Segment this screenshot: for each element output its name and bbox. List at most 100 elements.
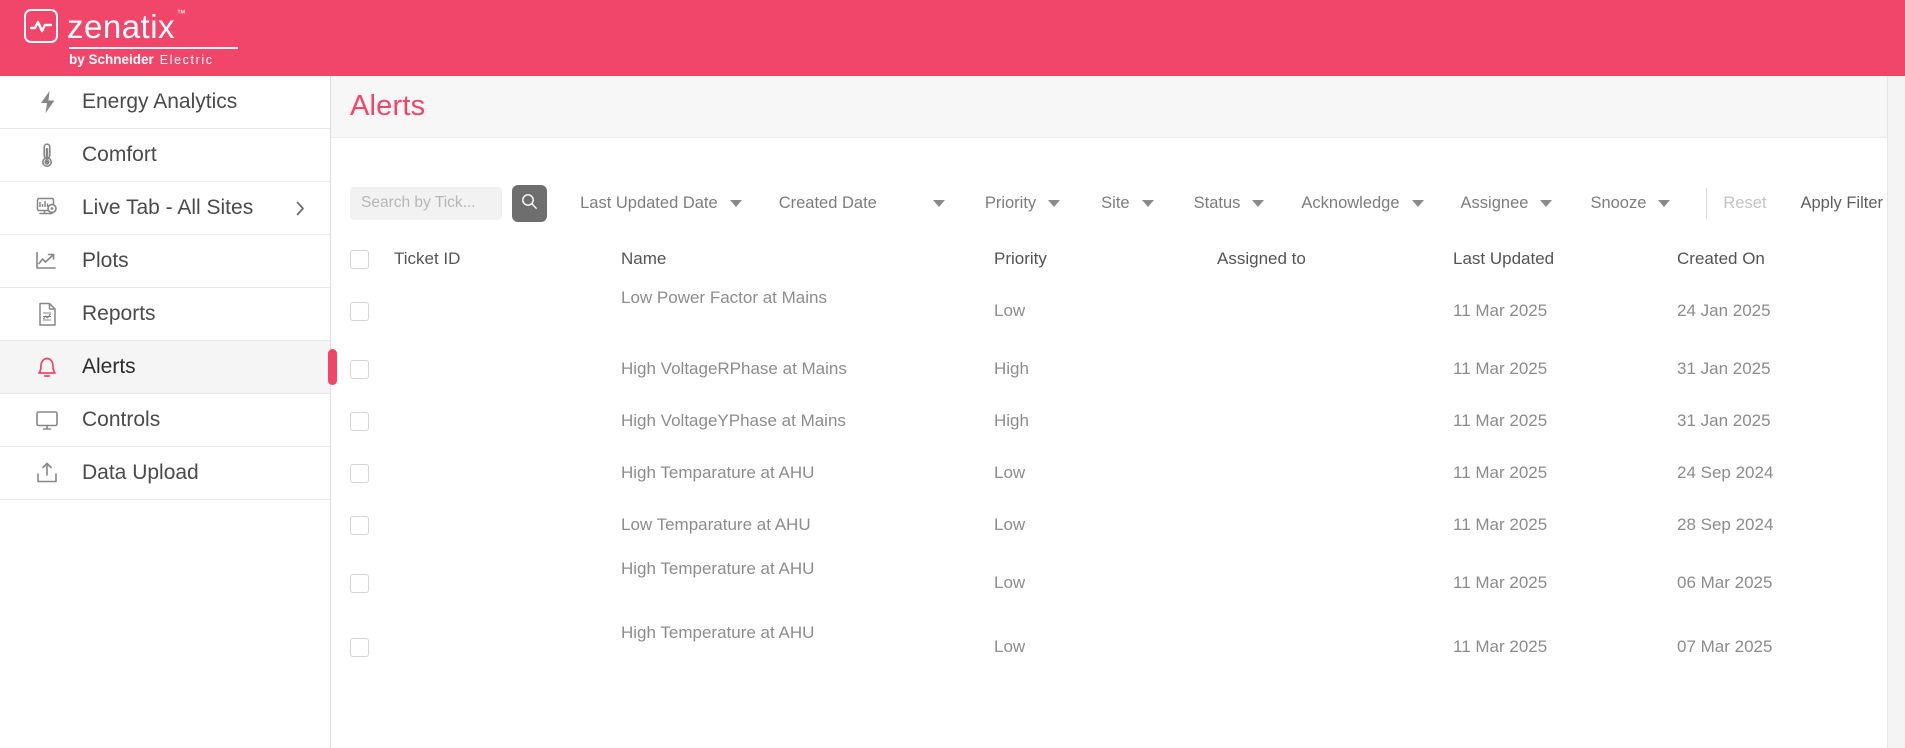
report-doc-icon (32, 302, 62, 327)
top-header-bar: zenatix ™ by Schneider Electric (0, 0, 1905, 76)
app-body: Energy Analytics Comfort Live Tab - All … (0, 76, 1905, 748)
cell-name: High VoltageYPhase at Mains (621, 411, 846, 430)
chevron-down-icon (1411, 199, 1424, 207)
row-checkbox[interactable] (350, 573, 369, 593)
cell-created-on: 07 Mar 2025 (1677, 637, 1773, 656)
row-checkbox[interactable] (350, 515, 369, 535)
cell-last-updated: 11 Mar 2025 (1453, 301, 1548, 320)
sidebar-item-energy-analytics[interactable]: Energy Analytics (0, 76, 330, 129)
filter-priority[interactable]: Priority (984, 185, 1061, 222)
cell-last-updated: 11 Mar 2025 (1453, 463, 1548, 482)
cell-priority: Low (994, 463, 1026, 482)
cell-name: Low Power Factor at Mains (621, 288, 827, 307)
vertical-scrollbar[interactable] (1887, 76, 1905, 748)
row-checkbox[interactable] (350, 411, 369, 431)
filter-label: Acknowledge (1301, 193, 1400, 212)
column-header-priority[interactable]: Priority (994, 249, 1217, 269)
cell-created-on: 28 Sep 2024 (1677, 515, 1774, 534)
sidebar-item-label: Controls (82, 408, 161, 431)
filter-label: Created Date (778, 193, 877, 212)
table-row[interactable]: High Temperature at AHU Low 11 Mar 2025 … (350, 551, 1883, 615)
table-row[interactable]: High Temparature at AHU Low 11 Mar 2025 … (350, 447, 1883, 499)
column-header-assigned-to[interactable]: Assigned to (1217, 249, 1453, 269)
row-checkbox[interactable] (350, 301, 369, 321)
chevron-down-icon (1252, 199, 1265, 207)
cell-last-updated: 11 Mar 2025 (1453, 359, 1548, 378)
cell-created-on: 31 Jan 2025 (1677, 359, 1771, 378)
upload-icon (32, 461, 62, 485)
row-select-cell (350, 359, 394, 379)
select-all-checkbox[interactable] (350, 249, 369, 269)
filter-created-date[interactable]: Created Date (779, 185, 945, 222)
filter-label: Status (1193, 193, 1241, 212)
row-select-cell (350, 463, 394, 483)
byline-light: Electric (159, 52, 214, 67)
table-row[interactable]: High VoltageYPhase at Mains High 11 Mar … (350, 395, 1883, 447)
cell-last-updated: 11 Mar 2025 (1453, 637, 1548, 656)
table-row[interactable]: Low Temparature at AHU Low 11 Mar 2025 2… (350, 499, 1883, 551)
sidebar-item-comfort[interactable]: Comfort (0, 129, 330, 182)
chevron-down-icon (729, 199, 742, 207)
sidebar-nav: Energy Analytics Comfort Live Tab - All … (0, 76, 337, 748)
row-select-cell (350, 411, 394, 431)
filter-label: Site (1101, 193, 1130, 212)
table-row[interactable]: High Temperature at AHU Low 11 Mar 2025 … (350, 615, 1883, 679)
trademark-symbol: ™ (176, 7, 187, 18)
filter-last-updated-date[interactable]: Last Updated Date (580, 185, 742, 222)
sidebar-item-label: Alerts (82, 355, 136, 378)
search-icon (521, 193, 538, 213)
search-button[interactable] (512, 184, 548, 222)
toolbar-divider (1706, 187, 1708, 219)
chevron-down-icon (1141, 199, 1154, 207)
cell-created-on: 24 Sep 2024 (1677, 463, 1774, 482)
cell-name: Low Temparature at AHU (621, 515, 811, 534)
alerts-panel: Last Updated Date Created Date Priority … (331, 138, 1905, 748)
sidebar-item-label: Data Upload (82, 461, 199, 484)
cell-priority: Low (994, 573, 1026, 592)
row-select-cell (350, 301, 394, 321)
chevron-down-icon (1658, 199, 1671, 207)
cell-priority: High (994, 359, 1029, 378)
sidebar-item-reports[interactable]: Reports (0, 288, 330, 341)
search-input[interactable] (350, 186, 502, 220)
sidebar-item-controls[interactable]: Controls (0, 394, 330, 447)
page-title: Alerts (350, 90, 426, 122)
cell-priority: Low (994, 515, 1026, 534)
table-header-row: Ticket ID Name Priority Assigned to Last… (350, 231, 1883, 279)
row-checkbox[interactable] (350, 463, 369, 483)
sidebar-item-alerts[interactable]: Alerts (0, 341, 337, 394)
filter-label: Priority (984, 193, 1037, 212)
filter-label: Snooze (1590, 193, 1647, 212)
cell-name: High Temparature at AHU (621, 463, 815, 482)
sidebar-item-label: Plots (82, 249, 129, 272)
column-header-last-updated[interactable]: Last Updated (1453, 249, 1677, 269)
filter-status[interactable]: Status (1194, 185, 1265, 222)
filter-snooze[interactable]: Snooze (1590, 185, 1671, 222)
cell-last-updated: 11 Mar 2025 (1453, 411, 1548, 430)
apply-filter-button[interactable]: Apply Filter (1800, 194, 1883, 213)
sidebar-item-data-upload[interactable]: Data Upload (0, 447, 330, 500)
filter-label: Last Updated Date (580, 193, 718, 212)
reset-button[interactable]: Reset (1723, 194, 1766, 213)
monitor-icon (32, 410, 62, 431)
chevron-right-icon[interactable] (296, 201, 305, 216)
column-header-created-on[interactable]: Created On (1677, 249, 1883, 269)
sidebar-item-live-tab-all-sites[interactable]: Live Tab - All Sites (0, 182, 330, 235)
row-checkbox[interactable] (350, 637, 369, 657)
sidebar-item-plots[interactable]: Plots (0, 235, 330, 288)
page-header: Alerts (331, 76, 1905, 138)
cell-priority: Low (994, 637, 1026, 656)
table-row[interactable]: High VoltageRPhase at Mains High 11 Mar … (350, 343, 1883, 395)
app-window: zenatix ™ by Schneider Electric Energy An… (0, 0, 1905, 748)
row-checkbox[interactable] (350, 359, 369, 379)
column-header-ticket-id[interactable]: Ticket ID (394, 249, 621, 269)
bell-icon (32, 355, 62, 380)
bolt-icon (32, 90, 62, 114)
chevron-down-icon (932, 199, 945, 207)
filter-acknowledge[interactable]: Acknowledge (1301, 185, 1424, 222)
filter-site[interactable]: Site (1101, 185, 1154, 222)
brand-logo[interactable]: zenatix ™ by Schneider Electric (24, 7, 238, 67)
table-row[interactable]: Low Power Factor at Mains Low 11 Mar 202… (350, 279, 1883, 343)
column-header-name[interactable]: Name (621, 249, 994, 269)
filter-assignee[interactable]: Assignee (1461, 185, 1553, 222)
